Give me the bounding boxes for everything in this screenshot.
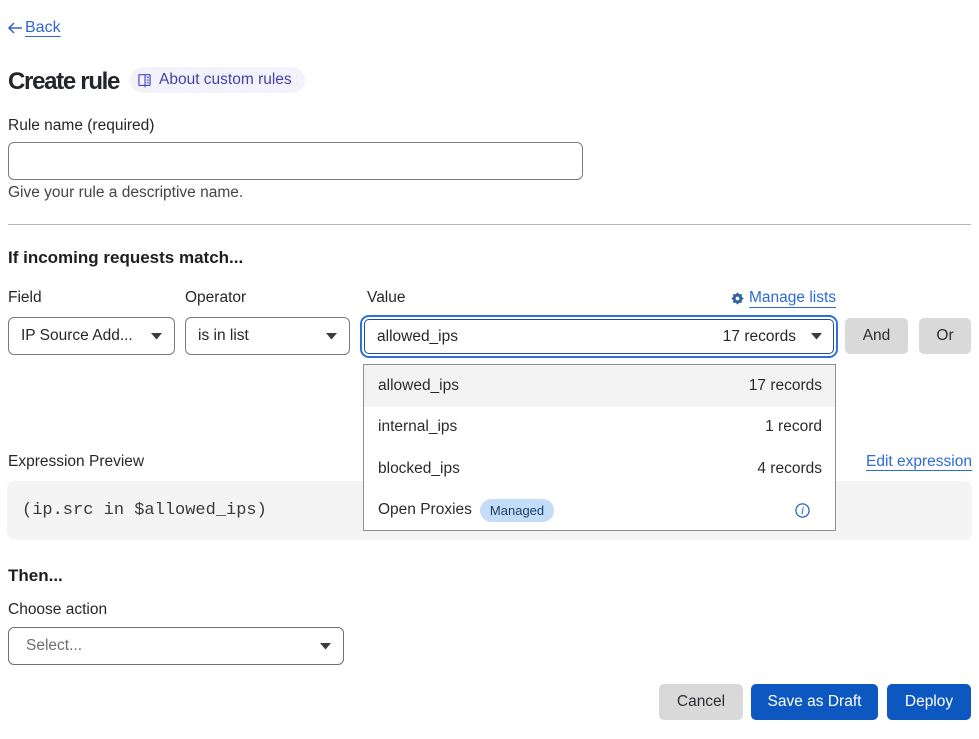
- svg-text:i: i: [801, 503, 804, 517]
